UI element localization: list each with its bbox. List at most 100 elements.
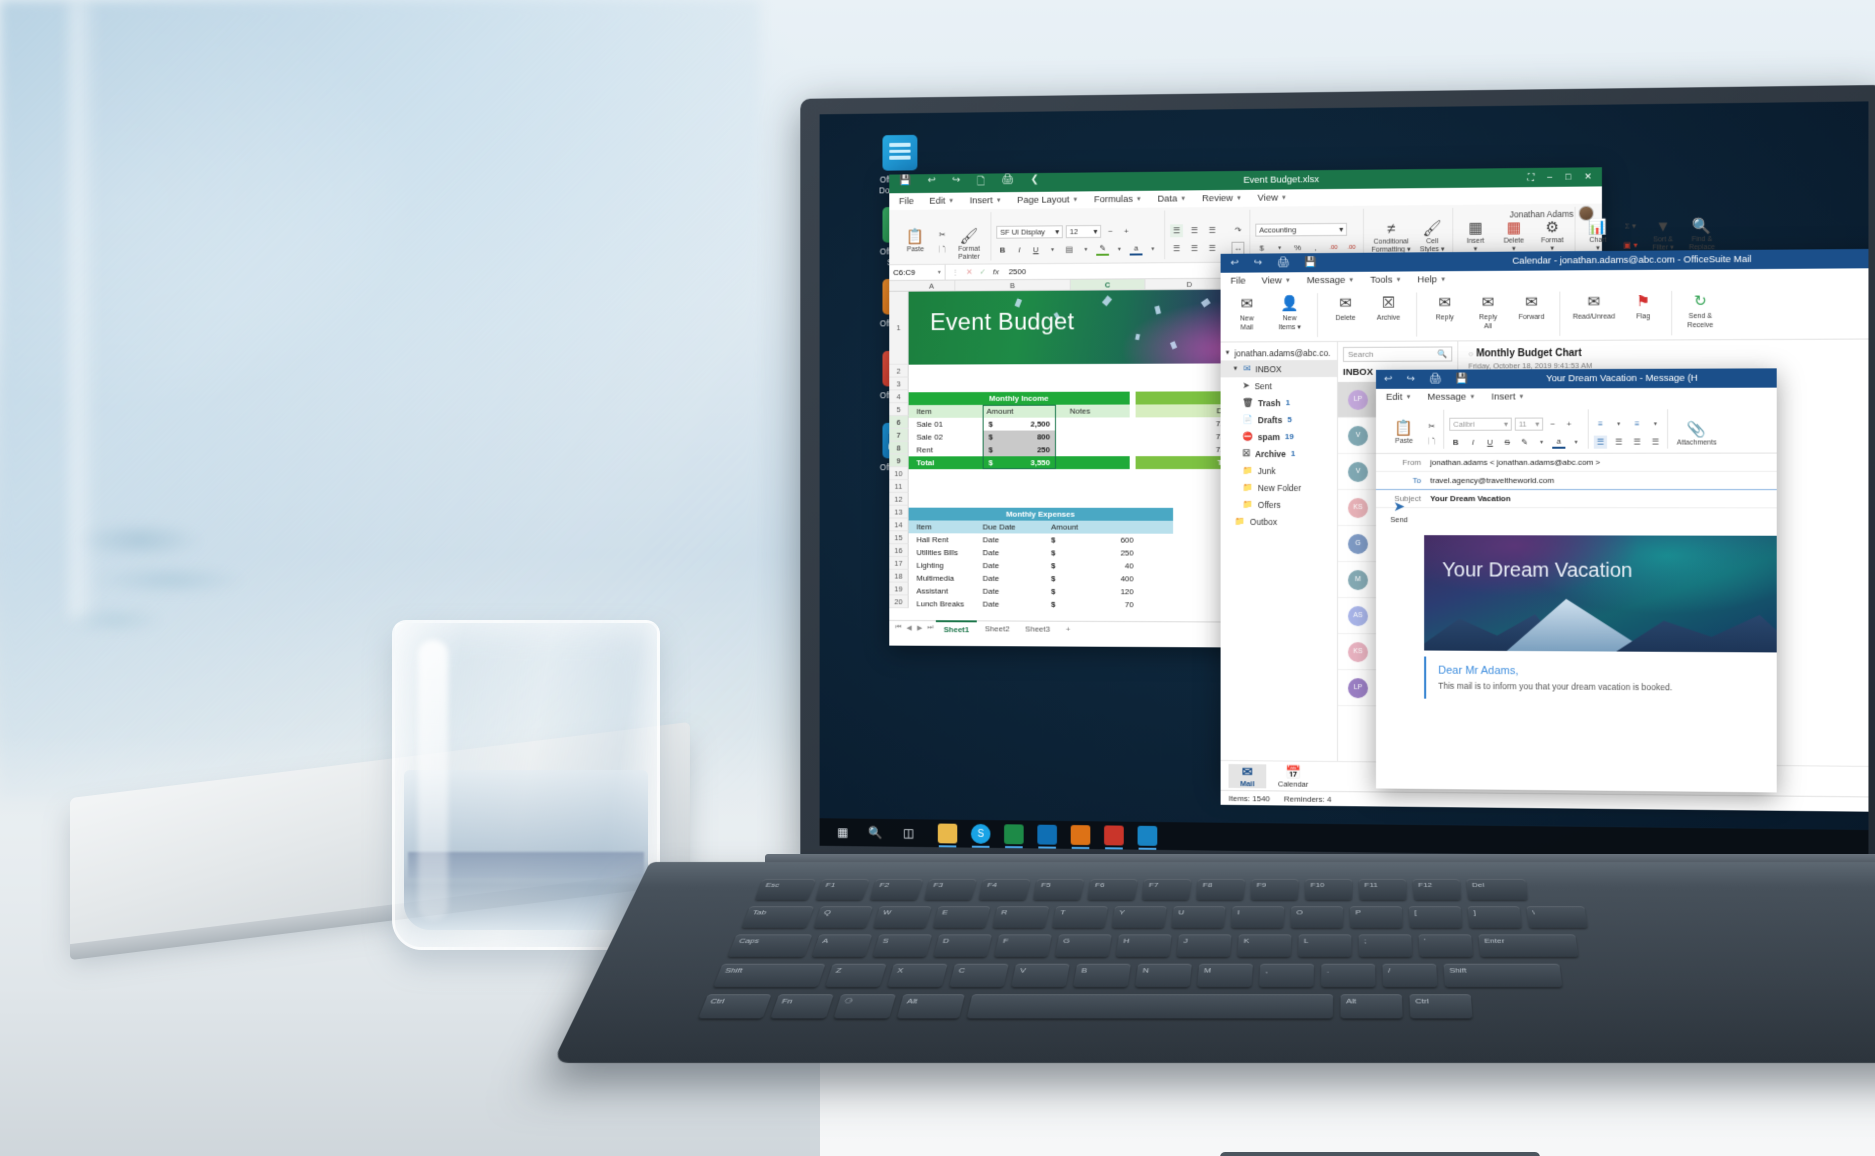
align-center-icon[interactable]: ☰ [1188,242,1201,255]
chevron-down-icon[interactable]: ▼ [1080,243,1093,256]
table-row[interactable]: Multimedia Date $400 [909,572,1173,586]
formula-actions[interactable]: ⋮ ✕ ✓ fx [946,267,1005,276]
module-mail[interactable]: ✉ Mail [1228,763,1267,788]
mail-icon[interactable] [1037,824,1057,845]
row-header-19[interactable]: 19 [889,582,909,596]
next-sheet-icon[interactable]: ▶ [914,624,925,632]
excel-user-info[interactable]: Jonathan Adams [1509,205,1594,222]
column-header-C[interactable]: C [1070,279,1146,290]
mail-menu-file[interactable]: File [1231,276,1246,287]
menu-data[interactable]: Data ▼ [1158,193,1187,204]
formula-input[interactable]: 2500 [1005,267,1026,276]
folder-offers[interactable]: 📁 Offers [1221,496,1337,513]
align-left-icon[interactable]: ☰ [1170,242,1183,255]
compose-body[interactable]: Dear Mr Adams, This mail is to inform yo… [1424,656,1777,702]
row-header-9[interactable]: 9 [889,454,909,468]
undo-icon[interactable]: ↩ [928,175,936,192]
print-icon[interactable]: 🖨 [1001,174,1013,191]
copy-icon[interactable]: 🗋 [1425,436,1438,449]
last-sheet-icon[interactable]: ⏭ [925,624,936,632]
borders-icon[interactable]: ▤ [1063,243,1076,256]
cut-icon[interactable]: ✂ [936,228,949,241]
sort-filter-button[interactable]: ▼ Sort & Filter ▾ [1646,216,1681,253]
row-header-16[interactable]: 16 [889,544,909,557]
italic-icon[interactable]: I [1013,243,1026,256]
menu-formulas[interactable]: Formulas ▼ [1094,194,1142,205]
skype-icon[interactable]: S [970,823,991,844]
send-button[interactable]: ➤ Send [1382,498,1416,524]
folder-trash[interactable]: 🗑 Trash 1 [1221,394,1337,411]
font-color-icon[interactable]: a [1129,242,1143,256]
strikethrough-icon[interactable]: S [1501,436,1514,449]
compose-font-name-select[interactable]: Calibri ▾ [1449,417,1512,431]
compose-window[interactable]: ↩ ↪ 🖨 💾 Your Dream Vacation - Message (H… [1375,368,1777,793]
archive-button[interactable]: ☒ Archive [1368,293,1409,324]
align-bottom-icon[interactable]: ☰ [1206,224,1219,237]
chevron-down-icon[interactable]: ▼ [1146,242,1159,255]
from-field[interactable]: From jonathan.adams < jonathan.adams@abc.… [1375,453,1777,472]
compose-quick-access-toolbar[interactable]: ↩ ↪ 🖨 💾 [1376,374,1468,385]
table-row[interactable]: Assistant Date $120 [909,585,1173,599]
documents-icon[interactable] [1137,825,1158,846]
align-right-icon[interactable]: ☰ [1630,436,1643,449]
row-headers[interactable]: 1 2 3 4 5 6 7 8 9 10 11 12 13 14 15 16 1… [889,291,909,609]
pdf-icon[interactable] [1104,825,1124,846]
increase-font-size-icon[interactable]: + [1120,225,1133,238]
conditional-formatting-button[interactable]: ≠ Conditional Formatting ▾ [1369,218,1413,254]
delete-button[interactable]: ✉ Delete [1325,293,1366,324]
reply-all-button[interactable]: ✉ Reply All [1467,292,1508,331]
undo-icon[interactable]: ↩ [1231,258,1239,269]
align-left-icon[interactable]: ☰ [1593,435,1608,449]
minimize-icon[interactable]: – [1547,172,1552,183]
print-icon[interactable]: 🖨 [1429,374,1442,385]
table-row[interactable]: Utilities Bills Date $250 [909,546,1173,559]
chevron-down-icon[interactable]: ▼ [1649,417,1662,430]
row-header-6[interactable]: 6 [889,415,909,429]
row-header-17[interactable]: 17 [889,556,909,570]
format-painter-button[interactable]: 🖌 Format Painter [952,226,985,262]
chart-button[interactable]: 📊 Chart ▾ [1581,217,1616,254]
send-receive-button[interactable]: ↻ Send & Receive [1679,291,1721,331]
undo-icon[interactable]: ↩ [1384,374,1392,385]
mail-menu-tools[interactable]: Tools ▼ [1370,275,1401,286]
row-header-1[interactable]: 1 [889,291,909,365]
search-icon[interactable]: 🔍 [866,823,885,843]
row-header-18[interactable]: 18 [889,569,909,583]
cell-styles-button[interactable]: 🖌 Cell Styles ▾ [1417,218,1447,254]
mail-ribbon[interactable]: ✉ New Mail 👤 New Items ▾ ✉ Delete ☒ Archive ✉ R… [1220,284,1869,343]
folder-outbox[interactable]: 📁 Outbox [1221,513,1337,530]
font-size-select[interactable]: 12 ▾ [1065,224,1102,239]
task-view-icon[interactable]: ◫ [899,823,918,843]
new-mail-button[interactable]: ✉ New Mail [1227,293,1268,332]
row-header-11[interactable]: 11 [889,480,909,493]
cancel-entry-icon[interactable]: ✕ [966,268,973,277]
compose-font-size-select[interactable]: 11 ▾ [1514,417,1544,431]
underline-icon[interactable]: U [1030,243,1043,256]
row-header-4[interactable]: 4 [889,390,909,404]
autosum-icon[interactable]: Σ ▾ [1619,219,1641,232]
compose-menu-message[interactable]: Message ▼ [1427,392,1475,403]
align-middle-icon[interactable]: ☰ [1188,224,1201,237]
row-header-12[interactable]: 12 [889,492,909,506]
start-icon[interactable]: ▦ [833,822,852,842]
search-input[interactable]: Search 🔍 [1342,346,1453,362]
fill-color-icon[interactable]: ✎ [1096,242,1110,256]
bulleted-list-icon[interactable]: ≡ [1594,417,1607,430]
folder-spam[interactable]: ⛔ spam 19 [1221,428,1337,445]
new-items-button[interactable]: 👤 New Items ▾ [1269,293,1310,332]
align-right-icon[interactable]: ☰ [1206,242,1219,255]
menu-page-layout[interactable]: Page Layout ▼ [1017,194,1078,206]
compose-menu-edit[interactable]: Edit ▼ [1386,392,1411,403]
windows-taskbar[interactable]: ▦ 🔍 ◫ S [819,818,1869,859]
row-header-15[interactable]: 15 [889,531,909,545]
justify-icon[interactable]: ☰ [1649,435,1662,448]
row-header-8[interactable]: 8 [889,441,909,455]
menu-insert[interactable]: Insert ▼ [970,195,1002,206]
copy-icon[interactable]: 🗋 [936,244,949,257]
share-icon[interactable]: ❮ [1030,174,1038,191]
search-icon[interactable]: 🔍 [1437,349,1447,358]
sheet-tab-sheet1[interactable]: Sheet1 [935,619,978,637]
compose-menu-insert[interactable]: Insert ▼ [1491,391,1524,402]
folder-drafts[interactable]: 📄 Drafts 5 [1221,411,1337,428]
decrease-font-size-icon[interactable]: − [1546,418,1559,431]
